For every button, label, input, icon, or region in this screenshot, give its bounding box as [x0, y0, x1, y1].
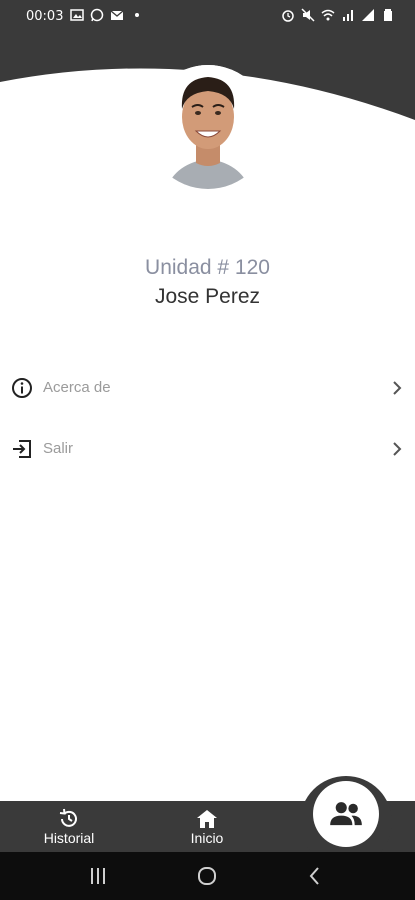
nav-item-label: Inicio: [190, 829, 224, 846]
nav-item-home[interactable]: Inicio: [162, 801, 252, 852]
unit-number: Unidad # 120: [145, 256, 270, 279]
menu-item-label: Salir: [43, 440, 74, 457]
logout-icon: [13, 440, 31, 458]
history-icon: [59, 808, 77, 827]
back-icon[interactable]: [303, 864, 327, 888]
signal-icon: [362, 9, 374, 21]
chevron-right-icon: [393, 381, 402, 395]
status-bar: 00:03: [0, 0, 415, 32]
recent-apps-icon[interactable]: [86, 864, 110, 888]
system-nav-bar: [0, 852, 415, 900]
nav-item-label: Historial: [43, 829, 95, 846]
alarm-icon: [282, 10, 294, 22]
chevron-right-icon: [393, 442, 402, 456]
info-icon: [12, 378, 32, 398]
signal-icon: [343, 10, 353, 21]
image-icon: [70, 9, 84, 21]
wifi-icon: [321, 9, 335, 21]
avatar[interactable]: [146, 65, 270, 189]
whatsapp-icon: [90, 8, 104, 22]
menu-item-about[interactable]: Acerca de: [0, 366, 415, 410]
nav-item-history[interactable]: Historial: [24, 801, 114, 852]
people-icon: [330, 802, 362, 826]
profile-photo: [146, 65, 270, 189]
dot-icon: [135, 13, 139, 17]
mail-icon: [110, 10, 124, 20]
status-time: 00:03: [26, 9, 64, 24]
people-fab-button[interactable]: [313, 781, 379, 847]
home-icon: [197, 809, 217, 828]
menu-item-logout[interactable]: Salir: [0, 427, 415, 471]
user-name: Jose Perez: [154, 285, 261, 308]
menu-item-label: Acerca de: [43, 379, 111, 396]
mute-icon: [301, 8, 315, 22]
battery-icon: [384, 9, 392, 21]
home-button-icon[interactable]: [195, 864, 219, 888]
